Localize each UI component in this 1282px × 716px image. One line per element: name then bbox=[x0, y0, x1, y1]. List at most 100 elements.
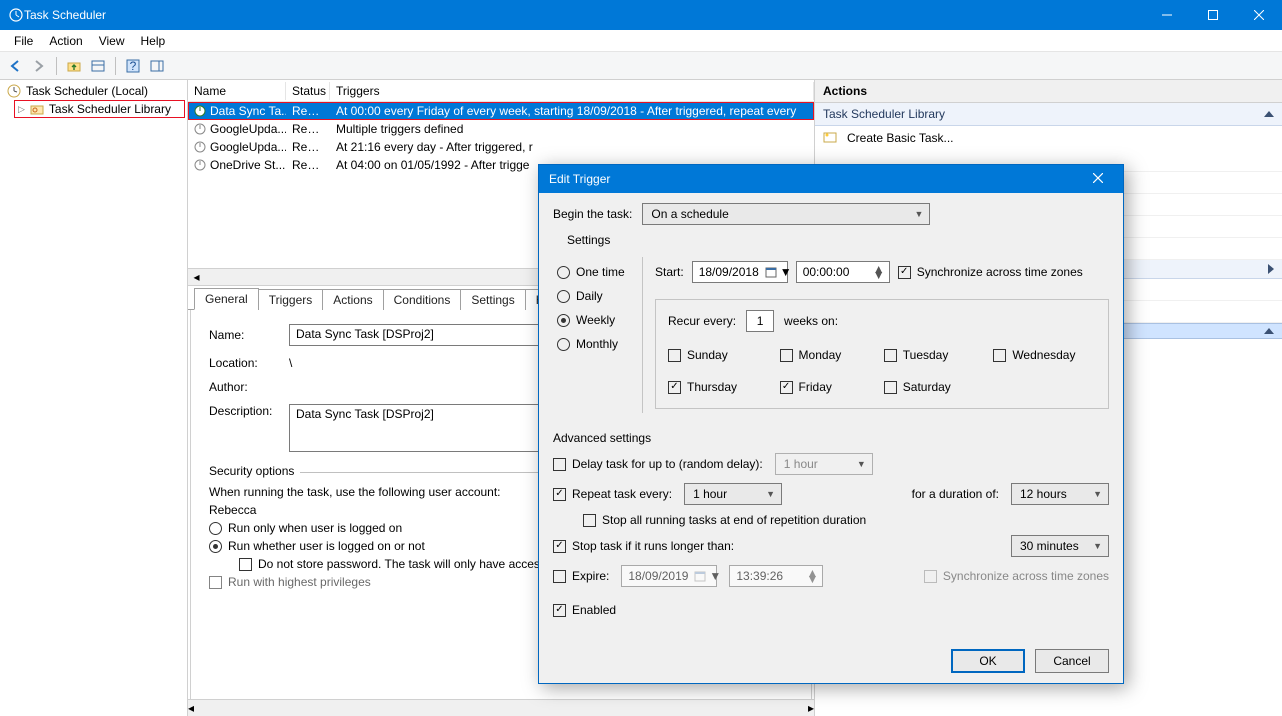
tree-root[interactable]: Task Scheduler (Local) bbox=[2, 82, 185, 100]
stop-all-check[interactable]: Stop all running tasks at end of repetit… bbox=[583, 513, 866, 527]
app-icon bbox=[8, 7, 24, 23]
expire-date-input: 18/09/2019 ▼ bbox=[621, 565, 717, 587]
tab-conditions[interactable]: Conditions bbox=[383, 289, 462, 310]
freq-monthly[interactable]: Monthly bbox=[557, 337, 642, 351]
scroll-left-icon[interactable]: ◂ bbox=[188, 701, 194, 715]
day-sunday[interactable]: Sunday bbox=[668, 348, 758, 362]
stop-longer-check[interactable]: Stop task if it runs longer than: bbox=[553, 539, 734, 553]
dialog-close-button[interactable] bbox=[1083, 172, 1113, 186]
repeat-check[interactable]: Repeat task every: bbox=[553, 487, 672, 501]
start-time-input[interactable]: 00:00:00 ▲▼ bbox=[796, 261, 890, 283]
tab-settings[interactable]: Settings bbox=[460, 289, 525, 310]
recur-label: Recur every: bbox=[668, 314, 736, 328]
security-legend: Security options bbox=[209, 464, 300, 478]
expire-time-input: 13:39:26 ▲▼ bbox=[729, 565, 823, 587]
col-name[interactable]: Name bbox=[188, 82, 286, 100]
scroll-left-icon[interactable]: ◂ bbox=[188, 269, 205, 286]
menu-file[interactable]: File bbox=[6, 32, 41, 50]
help-icon[interactable]: ? bbox=[122, 55, 144, 77]
description-label: Description: bbox=[209, 404, 275, 418]
task-row[interactable]: Data Sync Ta... Ready At 00:00 every Fri… bbox=[188, 102, 814, 120]
enabled-check[interactable]: Enabled bbox=[553, 603, 616, 617]
expand-icon[interactable] bbox=[1268, 264, 1274, 274]
dialog-title: Edit Trigger bbox=[549, 172, 1083, 186]
task-list-header: Name Status Triggers bbox=[188, 80, 814, 102]
begin-task-label: Begin the task: bbox=[553, 207, 632, 221]
actions-section[interactable]: Task Scheduler Library bbox=[815, 103, 1282, 126]
window-title: Task Scheduler bbox=[24, 8, 1144, 22]
freq-onetime[interactable]: One time bbox=[557, 265, 642, 279]
task-icon bbox=[194, 157, 206, 173]
freq-daily[interactable]: Daily bbox=[557, 289, 642, 303]
collapse-icon[interactable] bbox=[1264, 111, 1274, 117]
tab-actions[interactable]: Actions bbox=[322, 289, 383, 310]
day-friday[interactable]: Friday bbox=[780, 380, 862, 394]
day-tuesday[interactable]: Tuesday bbox=[884, 348, 972, 362]
cancel-button[interactable]: Cancel bbox=[1035, 649, 1109, 673]
close-button[interactable] bbox=[1236, 0, 1282, 30]
author-label: Author: bbox=[209, 380, 275, 394]
begin-task-select[interactable]: On a schedule▼ bbox=[642, 203, 930, 225]
action-create-basic-task[interactable]: Create Basic Task... bbox=[815, 126, 1282, 150]
panel-toggle-icon[interactable] bbox=[87, 55, 109, 77]
expire-check[interactable]: Expire: bbox=[553, 569, 609, 583]
calendar-icon bbox=[694, 570, 706, 582]
day-saturday[interactable]: Saturday bbox=[884, 380, 972, 394]
delay-check[interactable]: Delay task for up to (random delay): bbox=[553, 457, 763, 471]
start-label: Start: bbox=[655, 265, 684, 279]
library-icon bbox=[29, 101, 45, 117]
start-date-input[interactable]: 18/09/2018 ▼ bbox=[692, 261, 788, 283]
window-titlebar: Task Scheduler bbox=[0, 0, 1282, 30]
location-value: \ bbox=[289, 356, 292, 370]
wizard-icon bbox=[823, 130, 839, 146]
menu-help[interactable]: Help bbox=[133, 32, 174, 50]
task-icon bbox=[194, 121, 206, 137]
menu-view[interactable]: View bbox=[91, 32, 133, 50]
minimize-button[interactable] bbox=[1144, 0, 1190, 30]
menubar: File Action View Help bbox=[0, 30, 1282, 52]
tree-root-label: Task Scheduler (Local) bbox=[26, 84, 148, 98]
day-monday[interactable]: Monday bbox=[780, 348, 862, 362]
toolbar: ? bbox=[0, 52, 1282, 80]
ok-button[interactable]: OK bbox=[951, 649, 1025, 673]
sync-tz-check[interactable]: Synchronize across time zones bbox=[898, 265, 1083, 279]
weeks-on-label: weeks on: bbox=[784, 314, 838, 328]
edit-trigger-dialog: Edit Trigger Begin the task: On a schedu… bbox=[538, 164, 1124, 684]
day-thursday[interactable]: Thursday bbox=[668, 380, 758, 394]
stop-longer-select[interactable]: 30 minutes▼ bbox=[1011, 535, 1109, 557]
location-label: Location: bbox=[209, 356, 275, 370]
panel-right-icon[interactable] bbox=[146, 55, 168, 77]
task-icon bbox=[194, 103, 206, 119]
recur-value[interactable]: 1 bbox=[746, 310, 774, 332]
back-button[interactable] bbox=[4, 55, 26, 77]
navigation-tree: Task Scheduler (Local) ▷ Task Scheduler … bbox=[0, 80, 188, 716]
task-row[interactable]: GoogleUpda... Ready Multiple triggers de… bbox=[188, 120, 814, 138]
task-icon bbox=[194, 139, 206, 155]
duration-label: for a duration of: bbox=[912, 487, 999, 501]
sync-tz2-check: Synchronize across time zones bbox=[924, 569, 1109, 583]
duration-select[interactable]: 12 hours▼ bbox=[1011, 483, 1109, 505]
menu-action[interactable]: Action bbox=[41, 32, 90, 50]
collapse-icon[interactable] bbox=[1264, 328, 1274, 334]
tree-library-label: Task Scheduler Library bbox=[49, 102, 171, 116]
expand-icon[interactable]: ▷ bbox=[18, 104, 25, 115]
task-row[interactable]: GoogleUpda... Ready At 21:16 every day -… bbox=[188, 138, 814, 156]
col-triggers[interactable]: Triggers bbox=[330, 82, 814, 100]
tab-general[interactable]: General bbox=[194, 288, 259, 310]
dialog-titlebar[interactable]: Edit Trigger bbox=[539, 165, 1123, 193]
tab-triggers[interactable]: Triggers bbox=[258, 289, 324, 310]
folder-up-icon[interactable] bbox=[63, 55, 85, 77]
calendar-icon bbox=[765, 266, 777, 278]
advanced-label: Advanced settings bbox=[553, 431, 1109, 445]
freq-weekly[interactable]: Weekly bbox=[557, 313, 642, 327]
maximize-button[interactable] bbox=[1190, 0, 1236, 30]
col-status[interactable]: Status bbox=[286, 82, 330, 100]
name-label: Name: bbox=[209, 328, 275, 342]
details-hscroll[interactable]: ◂ ▸ bbox=[188, 699, 814, 716]
scroll-right-icon[interactable]: ▸ bbox=[808, 701, 814, 715]
repeat-select[interactable]: 1 hour▼ bbox=[684, 483, 782, 505]
settings-label: Settings bbox=[567, 233, 1109, 247]
day-wednesday[interactable]: Wednesday bbox=[993, 348, 1096, 362]
forward-button[interactable] bbox=[28, 55, 50, 77]
tree-library[interactable]: ▷ Task Scheduler Library bbox=[14, 100, 185, 118]
